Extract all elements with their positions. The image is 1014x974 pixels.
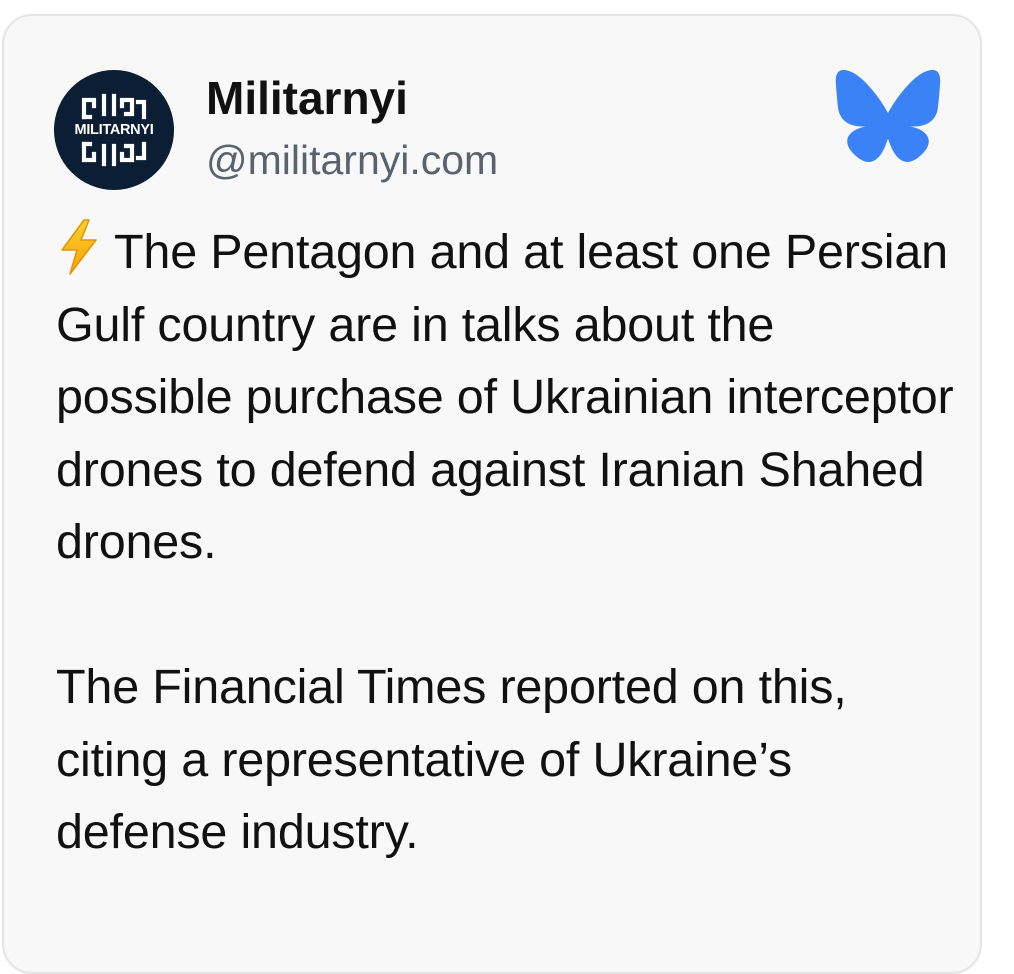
post-text: The Pentagon and at least one Persian Gu… — [56, 216, 956, 869]
post-card[interactable]: MILITARNYI Militarnyi @militarnyi.com Th… — [2, 14, 982, 974]
post-paragraph-2: The Financial Times reported on this, ci… — [56, 660, 847, 859]
author-display-name[interactable]: Militarnyi — [206, 70, 408, 126]
bluesky-butterfly-icon[interactable] — [834, 68, 942, 164]
author-handle[interactable]: @militarnyi.com — [206, 134, 498, 186]
avatar[interactable]: MILITARNYI — [54, 70, 174, 190]
lightning-emoji-icon — [56, 216, 114, 289]
post-paragraph-1-text: The Pentagon and at least one Persian Gu… — [56, 225, 954, 569]
avatar-text: MILITARNYI — [73, 122, 155, 138]
post-paragraph-1: The Pentagon and at least one Persian Gu… — [56, 216, 956, 579]
